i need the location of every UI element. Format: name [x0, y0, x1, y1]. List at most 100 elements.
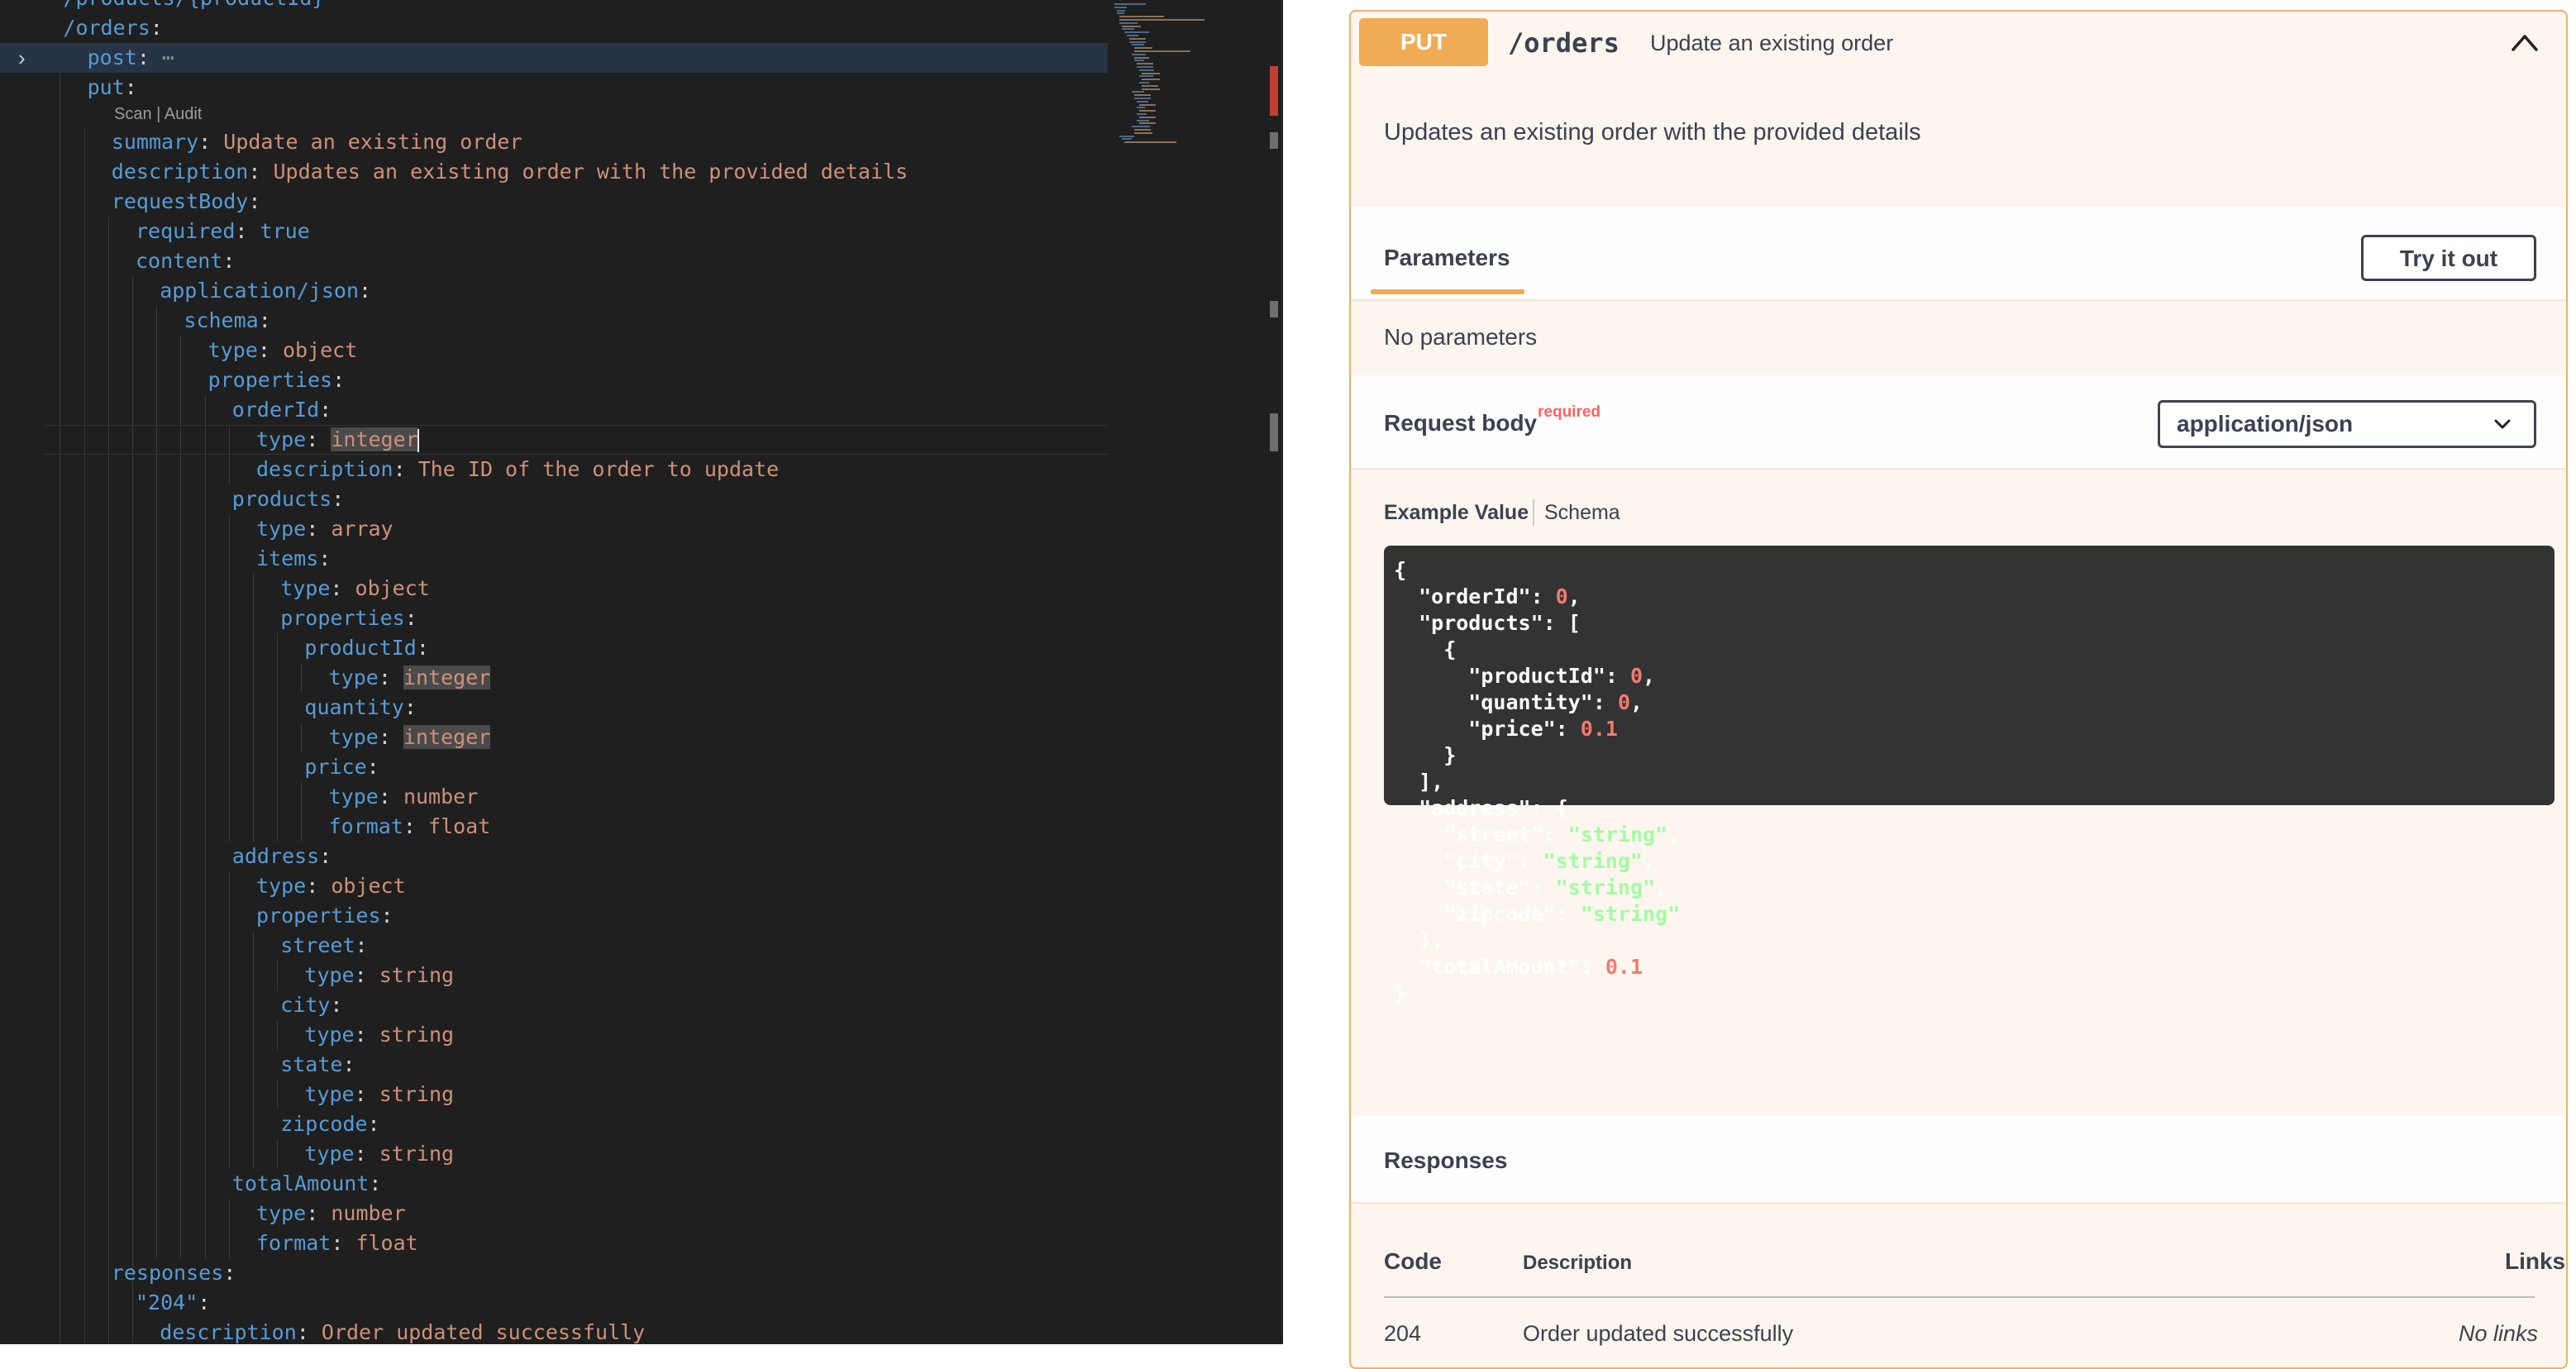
- yaml-value: The ID of the order to update: [417, 457, 780, 481]
- yaml-value: float: [428, 814, 491, 838]
- code-line[interactable]: type: integer: [0, 663, 1108, 693]
- code-line[interactable]: type: object: [0, 336, 1108, 365]
- minimap-line: [1122, 28, 1135, 31]
- yaml-key: type: [256, 1201, 307, 1225]
- code-line[interactable]: products:: [0, 484, 1108, 514]
- tab-active-indicator: [1371, 289, 1524, 294]
- yaml-key: format: [256, 1231, 332, 1255]
- minimap-line: [1134, 47, 1152, 50]
- code-line[interactable]: summary: Update an existing order: [0, 127, 1108, 157]
- folded-ellipsis-icon[interactable]: ⋯: [150, 45, 174, 69]
- code-line[interactable]: schema:: [0, 306, 1108, 336]
- yaml-key: city: [280, 993, 331, 1017]
- code-line[interactable]: properties:: [0, 901, 1108, 931]
- code-line[interactable]: productId:: [0, 633, 1108, 663]
- code-line[interactable]: type: string: [0, 961, 1108, 990]
- code-line[interactable]: description: Order updated successfully: [0, 1318, 1108, 1344]
- yaml-value: string: [379, 1082, 455, 1106]
- code-editor[interactable]: /products/{productId} /orders:post: ⋯put:…: [0, 0, 1283, 1344]
- code-line[interactable]: quantity:: [0, 693, 1108, 723]
- column-header-description: Description: [1523, 1252, 1633, 1274]
- code-line[interactable]: description: Updates an existing order w…: [0, 157, 1108, 187]
- code-line[interactable]: orderId:: [0, 395, 1108, 425]
- code-line[interactable]: description: The ID of the order to upda…: [0, 455, 1108, 484]
- response-description: Order updated successfully: [1523, 1321, 1794, 1346]
- tab-schema[interactable]: Schema: [1544, 501, 1620, 525]
- tab-parameters[interactable]: Parameters: [1384, 245, 1510, 271]
- example-line: "street": "string",: [1394, 823, 1681, 847]
- minimap-line: [1122, 138, 1132, 141]
- code-line[interactable]: type: number: [0, 782, 1108, 812]
- yaml-value: integer: [403, 665, 491, 689]
- yaml-key: summary: [111, 130, 199, 154]
- request-body-title: Request body: [1384, 410, 1538, 436]
- editor-scrollbar[interactable]: [1267, 0, 1283, 1344]
- example-line: "quantity": 0,: [1394, 690, 1643, 714]
- yaml-key: items: [256, 546, 319, 570]
- yaml-key: type: [328, 785, 379, 809]
- minimap-line: [1134, 131, 1152, 134]
- code-line[interactable]: city:: [0, 990, 1108, 1020]
- code-line[interactable]: application/json:: [0, 276, 1108, 306]
- content-type-value: application/json: [2177, 411, 2354, 436]
- yaml-key: content: [136, 249, 223, 273]
- code-line[interactable]: type: number: [0, 1199, 1108, 1228]
- example-line: }: [1394, 743, 1457, 767]
- code-line[interactable]: type: string: [0, 1020, 1108, 1050]
- code-line[interactable]: content:: [0, 246, 1108, 276]
- code-line[interactable]: properties:: [0, 603, 1108, 633]
- code-line[interactable]: type: string: [0, 1080, 1108, 1109]
- code-line[interactable]: type: object: [0, 574, 1108, 603]
- minimap-line: [1134, 60, 1144, 62]
- code-line[interactable]: "204":: [0, 1288, 1108, 1318]
- yaml-key: street: [280, 933, 355, 957]
- minimap-line: [1137, 113, 1147, 115]
- chevron-up-icon[interactable]: [2508, 26, 2541, 60]
- code-line[interactable]: type: string: [0, 1139, 1108, 1169]
- code-line[interactable]: format: float: [0, 1228, 1108, 1258]
- content-type-select[interactable]: application/json: [2158, 400, 2536, 448]
- code-line[interactable]: /products/{productId}: [0, 0, 1108, 13]
- operation-summary[interactable]: PUT /orders Update an existing order: [1351, 12, 2566, 74]
- minimap-line: [1139, 82, 1149, 83]
- code-line[interactable]: price:: [0, 752, 1108, 782]
- yaml-value: object: [282, 338, 358, 362]
- minimap[interactable]: [1106, 0, 1263, 165]
- code-line[interactable]: type: integer: [0, 425, 1108, 455]
- example-line: "zipcode": "string": [1394, 902, 1681, 926]
- example-line: {: [1394, 637, 1457, 661]
- minimap-line: [1142, 84, 1158, 87]
- tab-example-value[interactable]: Example Value: [1384, 501, 1529, 525]
- fold-chevron-icon[interactable]: ›: [18, 43, 26, 73]
- example-line: "productId": 0,: [1394, 664, 1656, 688]
- code-line[interactable]: /orders:: [0, 13, 1108, 43]
- try-it-out-button[interactable]: Try it out: [2361, 235, 2536, 281]
- code-line[interactable]: state:: [0, 1050, 1108, 1080]
- code-line[interactable]: type: array: [0, 514, 1108, 544]
- codelens-scan-audit[interactable]: Scan | Audit: [114, 99, 202, 129]
- yaml-value: number: [403, 785, 479, 809]
- code-line[interactable]: post: ⋯: [0, 43, 1108, 73]
- code-line[interactable]: responses:: [0, 1258, 1108, 1288]
- code-line[interactable]: address:: [0, 842, 1108, 871]
- code-line[interactable]: type: integer: [0, 723, 1108, 752]
- code-line[interactable]: put:: [0, 73, 1108, 103]
- code-line[interactable]: properties:: [0, 365, 1108, 395]
- code-line[interactable]: format: float: [0, 812, 1108, 842]
- yaml-value: number: [331, 1201, 406, 1225]
- yaml-value: Updates an existing order with the provi…: [273, 160, 909, 184]
- code-line[interactable]: requestBody:: [0, 187, 1108, 217]
- code-line[interactable]: type: object: [0, 871, 1108, 901]
- code-line[interactable]: required: true: [0, 217, 1108, 246]
- yaml-value: integer: [403, 725, 491, 749]
- code-line[interactable]: street:: [0, 931, 1108, 961]
- minimap-line: [1134, 98, 1151, 99]
- yaml-key: type: [304, 1023, 355, 1047]
- minimap-line: [1119, 135, 1135, 137]
- yaml-key: price: [304, 755, 367, 779]
- code-line[interactable]: items:: [0, 544, 1108, 574]
- minimap-line: [1139, 69, 1155, 71]
- code-line[interactable]: totalAmount:: [0, 1169, 1108, 1199]
- code-line[interactable]: zipcode:: [0, 1109, 1108, 1139]
- operation-path: /orders: [1508, 27, 1620, 59]
